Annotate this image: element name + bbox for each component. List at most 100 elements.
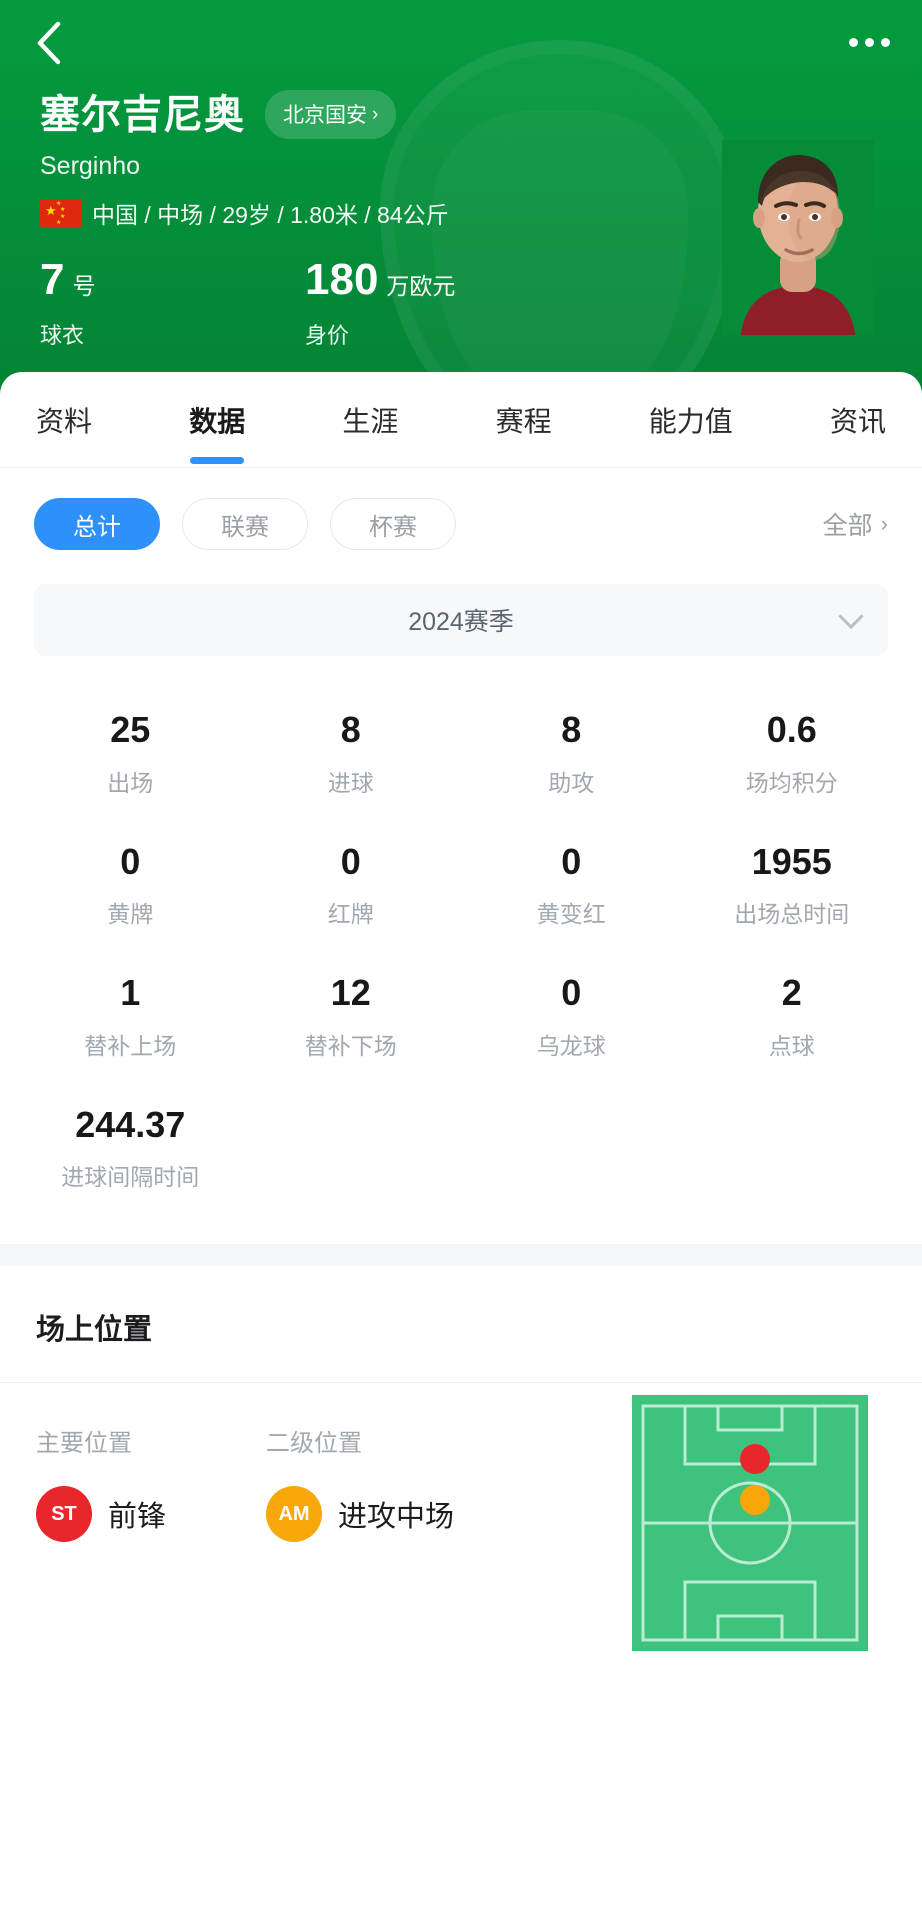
stat-label: 乌龙球 [536,1032,606,1059]
competition-filter-row: 总计 联赛 杯赛 全部 › [0,468,922,550]
stat-cell: 0.6 场均积分 [682,690,903,822]
stats-grid: 25 出场 8 进球 8 助攻 0.6 场均积分 0 黄牌 0 红牌 0 黄变红… [0,656,922,1216]
stat-label: 替补下场 [304,1032,397,1059]
china-flag-icon: ★ ★ ★ ★ ★ [40,199,82,227]
stat-value: 12 [330,972,371,1014]
stat-label: 出场 [107,769,154,796]
tab-label: 数据 [189,405,246,437]
chevron-left-icon [34,19,64,67]
stat-cell: 12 替补下场 [241,953,462,1085]
content-card: 资料 数据 生涯 赛程 能力值 资讯 总计 联赛 杯赛 全部 › 2024赛季 … [0,372,922,1920]
stat-value: 0 [561,840,582,882]
chevron-down-icon [838,603,864,630]
team-link-chip[interactable]: 北京国安 › [265,90,397,139]
player-avatar [722,140,874,335]
stat-value: 1 [120,972,141,1014]
more-horizontal-icon [864,37,874,47]
stat-cell: 8 进球 [241,690,462,822]
stat-cell: 0 黄变红 [461,822,682,954]
jersey-number-label: 球衣 [40,323,85,348]
tab-profile[interactable]: 资料 [34,400,94,440]
market-value-amount: 180 [305,255,379,304]
filter-chip-label: 总计 [73,513,121,541]
primary-position-column: 主要位置 ST 前锋 [36,1423,167,1543]
stat-label: 红牌 [327,901,374,928]
stat-label: 进球间隔时间 [61,1164,200,1191]
tab-label: 赛程 [495,405,552,437]
season-label: 2024赛季 [408,608,514,636]
position-section-title: 场上位置 [0,1266,922,1384]
stat-cell: 1955 出场总时间 [682,822,903,954]
stat-cell: 1 替补上场 [20,953,241,1085]
more-horizontal-icon [880,37,890,47]
tab-label: 生涯 [342,405,399,437]
tab-label: 资料 [36,405,93,437]
tab-ratings[interactable]: 能力值 [647,400,735,440]
season-selector[interactable]: 2024赛季 [34,584,888,656]
stat-label: 助攻 [548,769,595,796]
position-badge-am: AM [266,1486,323,1543]
primary-position-text: 前锋 [108,1501,167,1534]
jersey-number-value: 7 [40,255,65,304]
section-divider [0,1244,922,1267]
football-pitch-diagram [632,1395,868,1652]
page-title: 塞尔吉尼奥 [40,92,245,137]
stat-value: 8 [561,709,582,750]
player-profile-screen: 塞尔吉尼奥 北京国安 › Serginho ★ ★ ★ ★ ★ 中国 / 中场 / 29… [0,0,922,1920]
tab-fixtures[interactable]: 赛程 [494,400,554,440]
market-value-label: 身价 [305,323,350,348]
filter-chip-label: 杯赛 [369,513,417,541]
tab-active-indicator [190,456,245,464]
tab-news[interactable]: 资讯 [828,400,888,440]
secondary-position-value: AM 进攻中场 [266,1486,455,1543]
jersey-number-unit: 号 [72,273,96,299]
filter-chip-total[interactable]: 总计 [34,498,160,550]
tab-label: 资讯 [829,405,886,437]
stat-label: 进球 [327,769,374,796]
header-key-values: 7 号 球衣 180 万欧元 身价 [40,258,455,350]
stat-label: 黄牌 [107,901,154,928]
filter-chip-label: 联赛 [221,513,269,541]
more-options-button[interactable] [838,22,900,62]
team-name-label: 北京国安 [283,104,367,127]
secondary-position-column: 二级位置 AM 进攻中场 [266,1423,455,1543]
stat-cell: 244.37 进球间隔时间 [20,1085,241,1217]
position-marker-am [740,1485,770,1516]
player-meta: ★ ★ ★ ★ ★ 中国 / 中场 / 29岁 / 1.80米 / 84公斤 [40,196,449,230]
stat-value: 0.6 [766,709,817,750]
stat-value: 1955 [751,840,832,882]
stat-value: 0 [561,972,582,1014]
stat-value: 0 [340,840,361,882]
tab-career[interactable]: 生涯 [340,400,400,440]
position-section-body: 主要位置 ST 前锋 二级位置 AM 进攻中场 [0,1383,922,1683]
more-horizontal-icon [848,37,858,47]
back-button[interactable] [20,14,78,72]
stat-value: 2 [781,972,802,1014]
stat-cell: 8 助攻 [461,690,682,822]
primary-position-value: ST 前锋 [36,1486,167,1543]
stat-cell: 0 乌龙球 [461,953,682,1085]
secondary-position-label: 二级位置 [266,1430,363,1458]
stat-label: 替补上场 [84,1032,177,1059]
stat-value: 244.37 [75,1103,186,1145]
stat-label: 点球 [768,1032,815,1059]
player-alias: Serginho [40,152,141,180]
position-badge-st: ST [36,1486,92,1543]
market-value-block: 180 万欧元 身价 [305,258,455,350]
secondary-position-text: 进攻中场 [338,1501,455,1534]
filter-chip-league[interactable]: 联赛 [182,498,308,550]
chevron-right-icon: › [880,511,888,536]
stat-cell: 2 点球 [682,953,903,1085]
tab-stats[interactable]: 数据 [187,400,247,464]
view-all-label: 全部 [822,512,873,540]
jersey-number-block: 7 号 球衣 [40,258,305,350]
player-name-row: 塞尔吉尼奥 北京国安 › [40,90,397,139]
stat-cell: 0 黄牌 [20,822,241,954]
view-all-link[interactable]: 全部 › [823,506,888,542]
tab-bar: 资料 数据 生涯 赛程 能力值 资讯 [0,372,922,468]
filter-chip-cup[interactable]: 杯赛 [330,498,456,550]
stat-label: 场均积分 [745,769,838,796]
stat-cell: 0 红牌 [241,822,462,954]
position-marker-st [740,1444,770,1475]
stat-label: 出场总时间 [734,901,850,928]
